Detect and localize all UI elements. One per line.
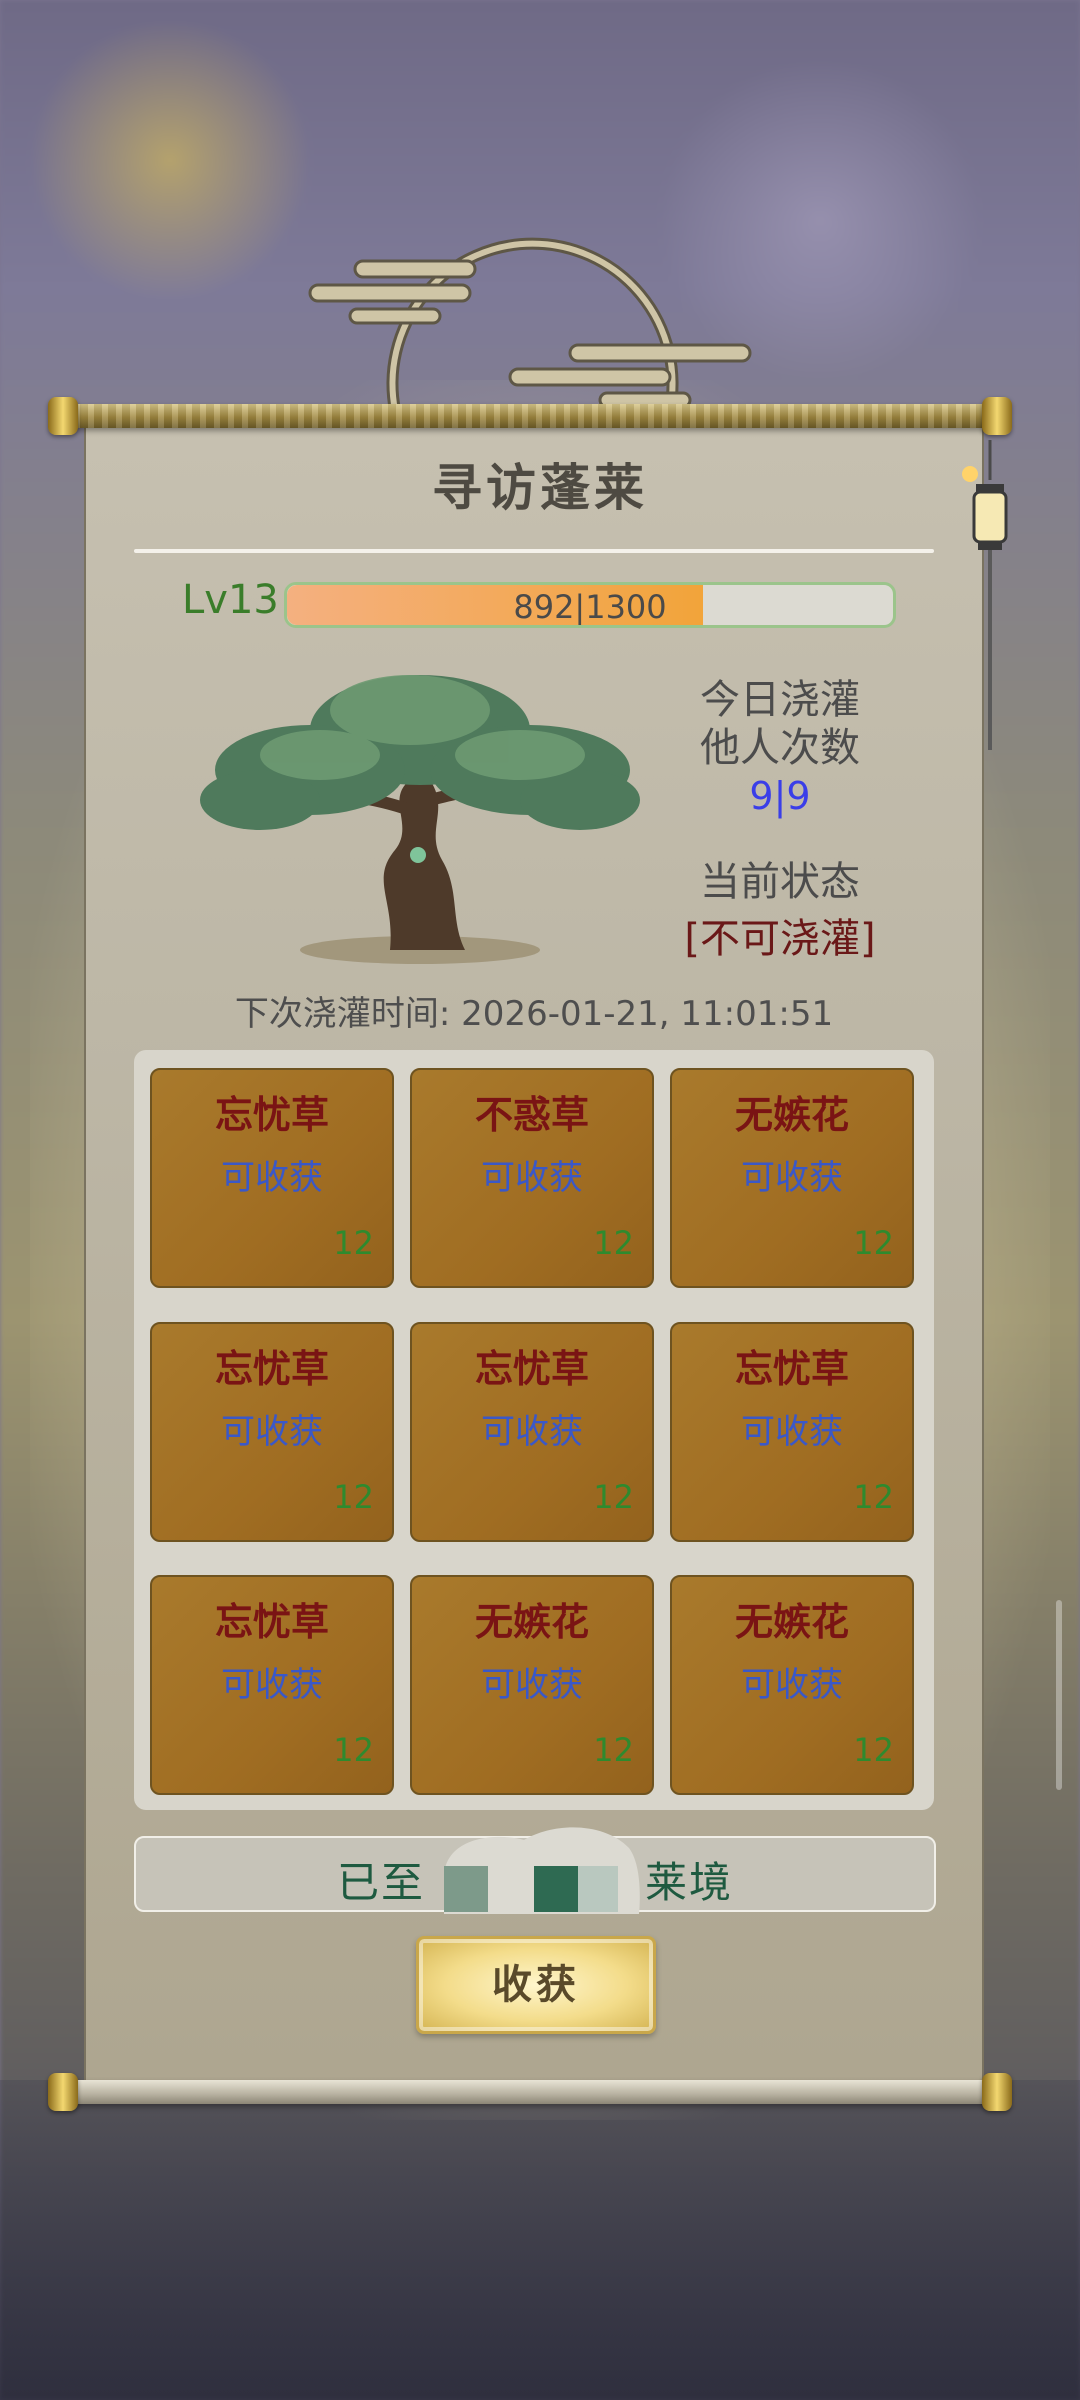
harvest-button[interactable]: 收获 [416, 1936, 656, 2034]
status-value: [不可浇灌] [684, 916, 876, 962]
plot-name: 不惑草 [474, 1092, 589, 1137]
plot-name: 无嫉花 [734, 1599, 849, 1644]
plot-name: 无嫉花 [734, 1092, 849, 1137]
plot-count: 12 [853, 1224, 894, 1262]
plot-tile[interactable]: 忘忧草 可收获 12 [150, 1322, 394, 1542]
plot-state: 可收获 [221, 1158, 323, 1198]
plot-tile[interactable]: 忘忧草 可收获 12 [150, 1068, 394, 1288]
level-label: Lv13 [182, 577, 279, 623]
next-watering-time: 下次浇灌时间: 2026-01-21, 11:01:51 [234, 994, 834, 1034]
plot-name: 无嫉花 [474, 1599, 589, 1644]
moon-cloud-ornament [308, 237, 752, 412]
plot-name: 忘忧草 [474, 1346, 589, 1391]
plot-state: 可收获 [221, 1665, 323, 1705]
plot-count: 12 [333, 1224, 374, 1262]
rod-cap-icon [48, 2073, 78, 2111]
plot-name: 忘忧草 [734, 1346, 849, 1391]
plot-count: 12 [593, 1731, 634, 1769]
rod-cap-icon [982, 2073, 1012, 2111]
plot-count: 12 [593, 1224, 634, 1262]
plot-state: 可收获 [481, 1158, 583, 1198]
rod-cap-icon [982, 397, 1012, 435]
plot-tile[interactable]: 无嫉花 可收获 12 [670, 1575, 914, 1795]
page-scrollbar[interactable] [1056, 1600, 1062, 1790]
plot-count: 12 [333, 1731, 374, 1769]
plot-state: 可收获 [741, 1158, 843, 1198]
plot-state: 可收获 [481, 1665, 583, 1705]
plot-count: 12 [853, 1478, 894, 1516]
plot-tile[interactable]: 忘忧草 可收获 12 [410, 1322, 654, 1542]
plot-name: 忘忧草 [214, 1346, 329, 1391]
watering-label-line1: 今日浇灌 [700, 677, 860, 723]
status-label: 当前状态 [700, 859, 860, 905]
cloud-overlay-icon [444, 1827, 640, 1914]
plot-name: 忘忧草 [214, 1092, 329, 1137]
plot-state: 可收获 [741, 1412, 843, 1452]
tree-image [200, 675, 640, 964]
plot-count: 12 [333, 1478, 374, 1516]
plot-tile[interactable]: 忘忧草 可收获 12 [670, 1322, 914, 1542]
plot-state: 可收获 [741, 1665, 843, 1705]
plot-name: 忘忧草 [214, 1599, 329, 1644]
xp-progress-text: 892|1300 [513, 588, 667, 626]
watering-count: 9|9 [749, 774, 811, 818]
plot-count: 12 [593, 1478, 634, 1516]
plot-state: 可收获 [221, 1412, 323, 1452]
plot-tile[interactable]: 不惑草 可收获 12 [410, 1068, 654, 1288]
plot-count: 12 [853, 1731, 894, 1769]
title-divider [134, 549, 934, 553]
xp-progress-bar: 892|1300 [284, 582, 896, 628]
plot-tile[interactable]: 忘忧草 可收获 12 [150, 1575, 394, 1795]
scroll-bottom-rod [60, 2080, 1000, 2104]
plot-tile[interactable]: 无嫉花 可收获 12 [410, 1575, 654, 1795]
watering-label: 今日浇灌 他人次数 [660, 676, 900, 772]
page-title: 寻访蓬莱 [432, 458, 648, 517]
rod-cap-icon [48, 397, 78, 435]
background-bottom-band [0, 2080, 1080, 2400]
plot-state: 可收获 [481, 1412, 583, 1452]
watering-label-line2: 他人次数 [700, 725, 860, 771]
plot-tile[interactable]: 无嫉花 可收获 12 [670, 1068, 914, 1288]
scroll-top-rod [60, 404, 1000, 428]
